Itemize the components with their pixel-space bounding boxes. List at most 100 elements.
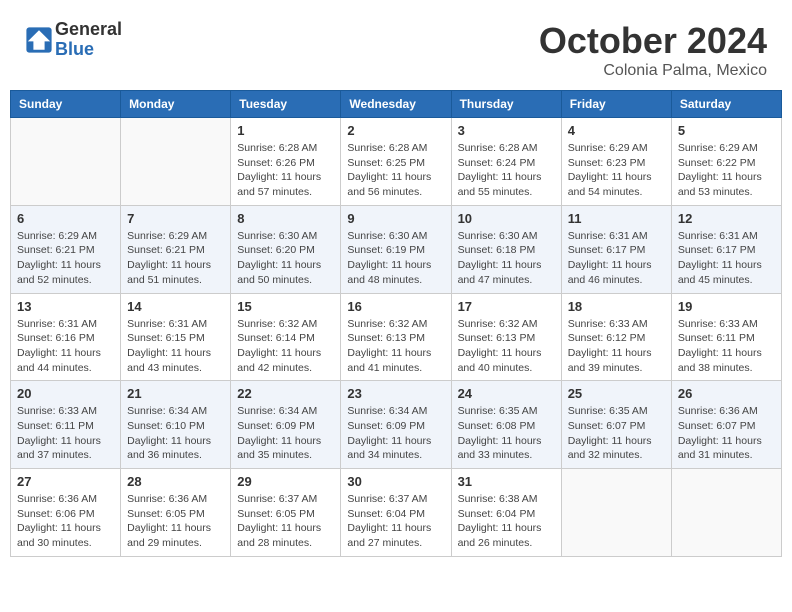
calendar-cell: 1 Sunrise: 6:28 AM Sunset: 6:26 PM Daylig…: [231, 118, 341, 206]
day-number: 21: [127, 386, 224, 401]
calendar-week-row: 27Sunrise: 6:36 AM Sunset: 6:06 PM Dayli…: [11, 469, 782, 557]
day-info: Sunrise: 6:30 AM Sunset: 6:20 PM Dayligh…: [237, 229, 334, 288]
calendar-cell: 12 Sunrise: 6:31 AM Sunset: 6:17 PM Dayli…: [671, 205, 781, 293]
calendar-cell: 17Sunrise: 6:32 AM Sunset: 6:13 PM Dayli…: [451, 293, 561, 381]
day-number: 10: [458, 211, 555, 226]
calendar-cell: 18Sunrise: 6:33 AM Sunset: 6:12 PM Dayli…: [561, 293, 671, 381]
calendar-cell: 6Sunrise: 6:29 AM Sunset: 6:21 PM Daylig…: [11, 205, 121, 293]
calendar-cell: 15 Sunrise: 6:32 AM Sunset: 6:14 PM Dayli…: [231, 293, 341, 381]
calendar-title: October 2024: [539, 20, 767, 62]
day-info: Sunrise: 6:37 AM Sunset: 6:04 PM Dayligh…: [347, 492, 444, 551]
calendar-cell: 24Sunrise: 6:35 AM Sunset: 6:08 PM Dayli…: [451, 381, 561, 469]
day-info: Sunrise: 6:36 AM Sunset: 6:05 PM Dayligh…: [127, 492, 224, 551]
day-number: 31: [458, 474, 555, 489]
day-number: 25: [568, 386, 665, 401]
calendar-cell: 21 Sunrise: 6:34 AM Sunset: 6:10 PM Dayli…: [121, 381, 231, 469]
day-info: Sunrise: 6:33 AM Sunset: 6:11 PM Dayligh…: [17, 404, 114, 463]
calendar-week-row: 1 Sunrise: 6:28 AM Sunset: 6:26 PM Daylig…: [11, 118, 782, 206]
day-number: 5: [678, 123, 775, 138]
day-info: Sunrise: 6:33 AM Sunset: 6:12 PM Dayligh…: [568, 317, 665, 376]
calendar-cell: 3 Sunrise: 6:28 AM Sunset: 6:24 PM Daylig…: [451, 118, 561, 206]
calendar-table: SundayMondayTuesdayWednesdayThursdayFrid…: [10, 90, 782, 557]
day-header: Wednesday: [341, 91, 451, 118]
logo: General Blue: [25, 20, 122, 60]
calendar-cell: 13 Sunrise: 6:31 AM Sunset: 6:16 PM Dayli…: [11, 293, 121, 381]
day-info: Sunrise: 6:31 AM Sunset: 6:17 PM Dayligh…: [568, 229, 665, 288]
calendar-cell: 19 Sunrise: 6:33 AM Sunset: 6:11 PM Dayli…: [671, 293, 781, 381]
day-number: 2: [347, 123, 444, 138]
calendar-cell: [671, 469, 781, 557]
day-number: 1: [237, 123, 334, 138]
calendar-subtitle: Colonia Palma, Mexico: [539, 62, 767, 80]
calendar-week-row: 6Sunrise: 6:29 AM Sunset: 6:21 PM Daylig…: [11, 205, 782, 293]
day-info: Sunrise: 6:36 AM Sunset: 6:07 PM Dayligh…: [678, 404, 775, 463]
day-info: Sunrise: 6:35 AM Sunset: 6:08 PM Dayligh…: [458, 404, 555, 463]
calendar-cell: 31 Sunrise: 6:38 AM Sunset: 6:04 PM Dayli…: [451, 469, 561, 557]
day-number: 19: [678, 299, 775, 314]
calendar-cell: 22Sunrise: 6:34 AM Sunset: 6:09 PM Dayli…: [231, 381, 341, 469]
day-info: Sunrise: 6:28 AM Sunset: 6:25 PM Dayligh…: [347, 141, 444, 200]
calendar-cell: 4 Sunrise: 6:29 AM Sunset: 6:23 PM Daylig…: [561, 118, 671, 206]
day-info: Sunrise: 6:29 AM Sunset: 6:22 PM Dayligh…: [678, 141, 775, 200]
calendar-cell: 27Sunrise: 6:36 AM Sunset: 6:06 PM Dayli…: [11, 469, 121, 557]
day-header: Monday: [121, 91, 231, 118]
day-info: Sunrise: 6:35 AM Sunset: 6:07 PM Dayligh…: [568, 404, 665, 463]
day-header: Friday: [561, 91, 671, 118]
day-header: Thursday: [451, 91, 561, 118]
day-info: Sunrise: 6:29 AM Sunset: 6:23 PM Dayligh…: [568, 141, 665, 200]
day-info: Sunrise: 6:31 AM Sunset: 6:16 PM Dayligh…: [17, 317, 114, 376]
calendar-cell: 14Sunrise: 6:31 AM Sunset: 6:15 PM Dayli…: [121, 293, 231, 381]
day-info: Sunrise: 6:29 AM Sunset: 6:21 PM Dayligh…: [17, 229, 114, 288]
day-number: 30: [347, 474, 444, 489]
calendar-cell: 5 Sunrise: 6:29 AM Sunset: 6:22 PM Daylig…: [671, 118, 781, 206]
page-header: General Blue October 2024 Colonia Palma,…: [10, 10, 782, 85]
calendar-cell: [121, 118, 231, 206]
logo-line1: General: [55, 20, 122, 40]
calendar-cell: 26Sunrise: 6:36 AM Sunset: 6:07 PM Dayli…: [671, 381, 781, 469]
day-info: Sunrise: 6:37 AM Sunset: 6:05 PM Dayligh…: [237, 492, 334, 551]
day-number: 16: [347, 299, 444, 314]
day-info: Sunrise: 6:32 AM Sunset: 6:14 PM Dayligh…: [237, 317, 334, 376]
day-number: 20: [17, 386, 114, 401]
day-number: 12: [678, 211, 775, 226]
day-info: Sunrise: 6:32 AM Sunset: 6:13 PM Dayligh…: [458, 317, 555, 376]
day-number: 14: [127, 299, 224, 314]
day-info: Sunrise: 6:28 AM Sunset: 6:26 PM Dayligh…: [237, 141, 334, 200]
logo-line2: Blue: [55, 40, 122, 60]
day-number: 28: [127, 474, 224, 489]
day-number: 8: [237, 211, 334, 226]
calendar-cell: 28 Sunrise: 6:36 AM Sunset: 6:05 PM Dayli…: [121, 469, 231, 557]
day-info: Sunrise: 6:32 AM Sunset: 6:13 PM Dayligh…: [347, 317, 444, 376]
calendar-cell: 20 Sunrise: 6:33 AM Sunset: 6:11 PM Dayli…: [11, 381, 121, 469]
calendar-cell: 30 Sunrise: 6:37 AM Sunset: 6:04 PM Dayli…: [341, 469, 451, 557]
day-info: Sunrise: 6:31 AM Sunset: 6:17 PM Dayligh…: [678, 229, 775, 288]
day-info: Sunrise: 6:33 AM Sunset: 6:11 PM Dayligh…: [678, 317, 775, 376]
day-number: 27: [17, 474, 114, 489]
day-number: 29: [237, 474, 334, 489]
calendar-cell: 10 Sunrise: 6:30 AM Sunset: 6:18 PM Dayli…: [451, 205, 561, 293]
day-header: Saturday: [671, 91, 781, 118]
calendar-cell: 23Sunrise: 6:34 AM Sunset: 6:09 PM Dayli…: [341, 381, 451, 469]
calendar-cell: 7Sunrise: 6:29 AM Sunset: 6:21 PM Daylig…: [121, 205, 231, 293]
day-number: 22: [237, 386, 334, 401]
calendar-header-row: SundayMondayTuesdayWednesdayThursdayFrid…: [11, 91, 782, 118]
day-info: Sunrise: 6:34 AM Sunset: 6:10 PM Dayligh…: [127, 404, 224, 463]
day-info: Sunrise: 6:30 AM Sunset: 6:18 PM Dayligh…: [458, 229, 555, 288]
calendar-week-row: 13 Sunrise: 6:31 AM Sunset: 6:16 PM Dayli…: [11, 293, 782, 381]
calendar-cell: 2 Sunrise: 6:28 AM Sunset: 6:25 PM Daylig…: [341, 118, 451, 206]
day-info: Sunrise: 6:34 AM Sunset: 6:09 PM Dayligh…: [347, 404, 444, 463]
day-header: Tuesday: [231, 91, 341, 118]
calendar-cell: 8 Sunrise: 6:30 AM Sunset: 6:20 PM Daylig…: [231, 205, 341, 293]
day-number: 7: [127, 211, 224, 226]
day-info: Sunrise: 6:30 AM Sunset: 6:19 PM Dayligh…: [347, 229, 444, 288]
calendar-week-row: 20 Sunrise: 6:33 AM Sunset: 6:11 PM Dayli…: [11, 381, 782, 469]
day-number: 13: [17, 299, 114, 314]
day-number: 15: [237, 299, 334, 314]
day-info: Sunrise: 6:28 AM Sunset: 6:24 PM Dayligh…: [458, 141, 555, 200]
day-number: 3: [458, 123, 555, 138]
calendar-cell: 11Sunrise: 6:31 AM Sunset: 6:17 PM Dayli…: [561, 205, 671, 293]
day-number: 9: [347, 211, 444, 226]
calendar-cell: [11, 118, 121, 206]
day-info: Sunrise: 6:38 AM Sunset: 6:04 PM Dayligh…: [458, 492, 555, 551]
day-number: 4: [568, 123, 665, 138]
